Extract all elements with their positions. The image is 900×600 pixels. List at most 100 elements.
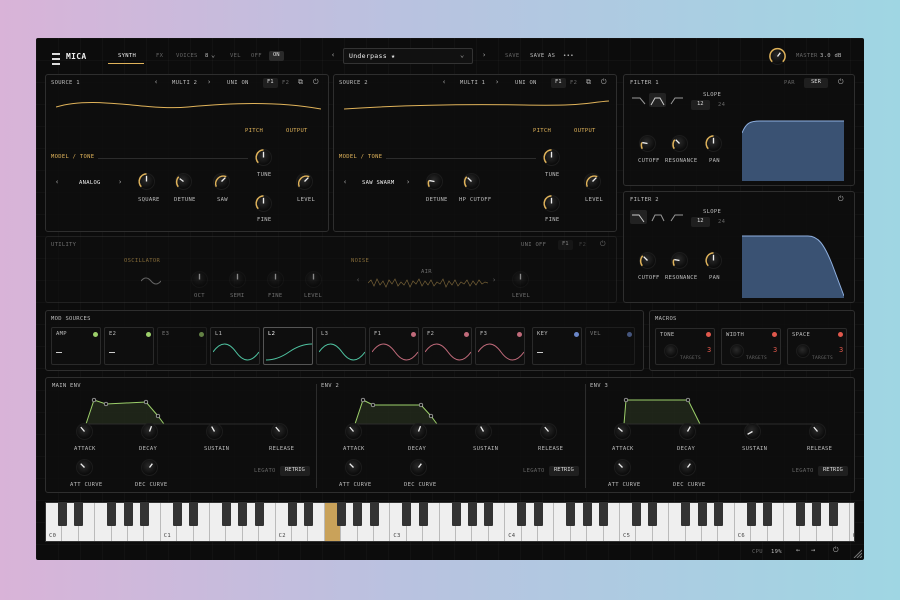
next-mode-icon[interactable]: › [495, 79, 499, 86]
mod-source-l1[interactable]: L1 [210, 327, 260, 365]
slope-24-button[interactable]: 24 [718, 102, 725, 109]
piano-key-black[interactable] [139, 503, 149, 526]
retrig-button[interactable]: RETRIG [280, 466, 310, 476]
par-button[interactable]: PAR [784, 80, 795, 87]
att-curve-knob[interactable] [76, 459, 93, 476]
fine-knob[interactable] [267, 271, 284, 288]
piano-key-black[interactable] [369, 503, 379, 526]
macro-tone[interactable]: TONE 3 TARGETS [655, 328, 715, 365]
next-noise-icon[interactable]: › [492, 277, 496, 284]
mod-source-l3[interactable]: L3 [316, 327, 366, 365]
attack-knob[interactable] [76, 423, 93, 440]
utility-f1-button[interactable]: F1 [558, 240, 573, 250]
legato-button[interactable]: LEGATO [792, 468, 814, 475]
piano-key-black[interactable] [484, 503, 494, 526]
detune-knob[interactable] [426, 173, 443, 190]
resonance-knob[interactable] [671, 135, 688, 152]
chevron-down-icon[interactable]: ⌄ [211, 52, 215, 59]
mod-source-amp[interactable]: AMP [51, 327, 101, 365]
tab-fx[interactable]: FX [156, 53, 163, 60]
piano-key-black[interactable] [533, 503, 543, 526]
piano-key-black[interactable] [74, 503, 84, 526]
piano-key-black[interactable] [418, 503, 428, 526]
mod-source-l2[interactable]: L2 [263, 327, 313, 365]
prev-preset-icon[interactable]: ‹ [331, 52, 335, 59]
resonance-knob[interactable] [671, 252, 688, 269]
retrig-button[interactable]: RETRIG [818, 466, 848, 476]
bandpass-icon[interactable] [649, 93, 666, 107]
master-knob[interactable] [769, 47, 786, 65]
undo-icon[interactable]: ← [796, 547, 800, 554]
decay-knob[interactable] [679, 423, 696, 440]
power-icon[interactable]: ⏻ [313, 79, 319, 86]
power-icon[interactable]: ⏻ [600, 241, 606, 248]
copy-icon[interactable]: ⧉ [298, 79, 303, 86]
vel-off-button[interactable]: OFF [251, 53, 262, 60]
piano-key-black[interactable] [631, 503, 641, 526]
tune-knob[interactable] [543, 149, 560, 166]
mod-source-e2[interactable]: E2 [104, 327, 154, 365]
attack-knob[interactable] [614, 423, 631, 440]
pan-knob[interactable] [705, 135, 722, 152]
prev-mode-icon[interactable]: ‹ [154, 79, 158, 86]
legato-button[interactable]: LEGATO [254, 468, 276, 475]
highpass-icon[interactable] [670, 95, 684, 105]
piano-key-black[interactable] [795, 503, 805, 526]
sine-wave-icon[interactable] [141, 277, 161, 285]
slope-12-button[interactable]: 12 [691, 100, 710, 110]
macro-knob[interactable] [664, 344, 678, 358]
oct-knob[interactable] [191, 271, 208, 288]
piano-key-black[interactable] [681, 503, 691, 526]
piano-key-black[interactable] [828, 503, 838, 526]
keyboard[interactable]: C0 C1 C2 C3 C4 C5 C6 C7 [45, 502, 855, 542]
level-knob[interactable] [296, 173, 313, 190]
cutoff-knob[interactable] [639, 135, 656, 152]
mod-source-vel[interactable]: VEL [585, 327, 635, 365]
osc-level-knob[interactable] [305, 271, 322, 288]
dec-curve-knob[interactable] [679, 459, 696, 476]
cutoff-knob[interactable] [639, 252, 656, 269]
piano-key-black[interactable] [451, 503, 461, 526]
piano-key-black[interactable] [402, 503, 412, 526]
power-icon[interactable]: ⏻ [601, 79, 607, 86]
prev-mode-icon[interactable]: ‹ [442, 79, 446, 86]
decay-knob[interactable] [410, 423, 427, 440]
save-as-button[interactable]: SAVE AS [530, 53, 555, 60]
power-icon[interactable]: ⏻ [838, 79, 844, 86]
piano-key-black[interactable] [812, 503, 822, 526]
attack-knob[interactable] [345, 423, 362, 440]
env-graph[interactable] [351, 390, 551, 428]
fine-knob[interactable] [543, 195, 560, 212]
square-knob[interactable] [138, 173, 155, 190]
mod-source-f2[interactable]: F2 [422, 327, 472, 365]
macro-space[interactable]: SPACE 3 TARGETS [787, 328, 847, 365]
more-button[interactable]: ••• [563, 53, 574, 60]
piano-key-black[interactable] [746, 503, 756, 526]
prev-model-icon[interactable]: ‹ [343, 179, 347, 186]
piano-key-black[interactable] [467, 503, 477, 526]
piano-key-black[interactable] [221, 503, 231, 526]
source1-f1-button[interactable]: F1 [263, 78, 278, 88]
next-model-icon[interactable]: › [118, 179, 122, 186]
piano-key-black[interactable] [254, 503, 264, 526]
piano-key-black[interactable] [303, 503, 313, 526]
legato-button[interactable]: LEGATO [523, 468, 545, 475]
voices-select[interactable]: 8 [205, 53, 209, 60]
mod-source-f3[interactable]: F3 [475, 327, 525, 365]
bandpass-icon[interactable] [651, 212, 665, 222]
piano-key-black[interactable] [713, 503, 723, 526]
sustain-knob[interactable] [744, 423, 761, 440]
saw-knob[interactable] [213, 173, 230, 190]
highpass-icon[interactable] [670, 212, 684, 222]
piano-key-black[interactable] [517, 503, 527, 526]
utility-f2-button[interactable]: F2 [579, 242, 586, 249]
lowpass-icon[interactable] [632, 95, 646, 105]
piano-key-black[interactable] [566, 503, 576, 526]
source2-f1-button[interactable]: F1 [551, 78, 566, 88]
slope-24-button[interactable]: 24 [718, 219, 725, 226]
level-knob[interactable] [584, 173, 601, 190]
piano-key-black[interactable] [336, 503, 346, 526]
att-curve-knob[interactable] [345, 459, 362, 476]
semi-knob[interactable] [229, 271, 246, 288]
sustain-knob[interactable] [206, 423, 223, 440]
